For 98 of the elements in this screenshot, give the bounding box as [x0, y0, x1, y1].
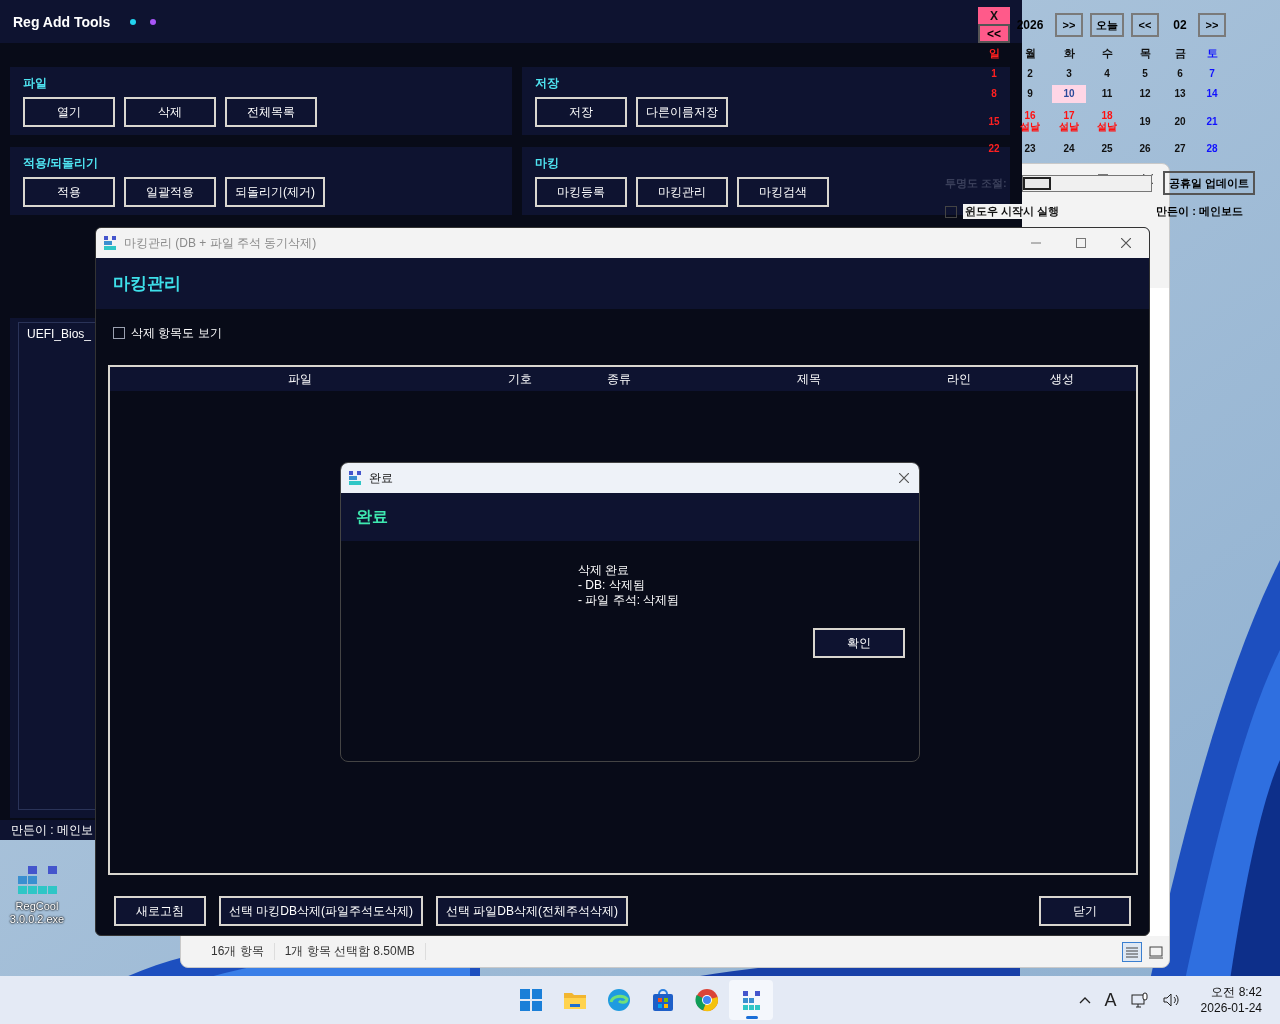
- action-button[interactable]: 선택 파일DB삭제(전체주석삭제): [436, 896, 628, 926]
- calendar-day[interactable]: 15: [977, 112, 1011, 130]
- volume-icon[interactable]: [1162, 992, 1179, 1008]
- month-text: 02: [1173, 18, 1187, 32]
- calendar-day[interactable]: 12: [1128, 84, 1162, 103]
- checkbox[interactable]: [113, 327, 125, 339]
- calendar-day[interactable]: 3: [1052, 64, 1086, 82]
- message-text: - 파일 주석: 삭제됨: [578, 593, 680, 608]
- app-icon[interactable]: [15, 866, 59, 894]
- calendar-day[interactable]: 9: [1013, 84, 1047, 103]
- column-header[interactable]: 파일: [288, 370, 312, 388]
- calendar-day[interactable]: 24: [1052, 139, 1086, 157]
- weekday-label: 월: [1024, 45, 1036, 61]
- calendar-day[interactable]: 28: [1195, 139, 1229, 157]
- slider-thumb[interactable]: [1023, 176, 1051, 190]
- column-header[interactable]: 제목: [797, 370, 821, 388]
- calendar-day[interactable]: 8: [977, 84, 1011, 103]
- calendar-day[interactable]: 1: [977, 64, 1011, 82]
- swirl-icon[interactable]: [607, 988, 631, 1012]
- clock-date[interactable]: 2026-01-24: [1200, 1000, 1262, 1016]
- action-button[interactable]: 일괄적용: [124, 177, 216, 207]
- clock-time[interactable]: 오전 8:42: [1211, 984, 1262, 1000]
- calendar-day[interactable]: 25: [1090, 139, 1124, 157]
- window-title: 마킹관리 (DB + 파일 주석 동기삭제): [124, 234, 317, 252]
- calendar-day[interactable]: 27: [1163, 139, 1197, 157]
- action-button[interactable]: 마킹검색: [737, 177, 829, 207]
- calendar-day[interactable]: 19: [1128, 112, 1162, 130]
- next-month-button[interactable]: >>: [1198, 13, 1226, 37]
- close-button[interactable]: X: [978, 7, 1010, 24]
- calendar-day[interactable]: 22: [977, 139, 1011, 157]
- ring-icon[interactable]: [695, 988, 719, 1012]
- action-button[interactable]: 새로고침: [114, 896, 206, 926]
- column-header[interactable]: 종류: [607, 370, 631, 388]
- action-button[interactable]: 마킹관리: [636, 177, 728, 207]
- column-header[interactable]: 생성: [1050, 370, 1074, 388]
- previous-year-button[interactable]: <<: [978, 24, 1010, 43]
- calendar-day[interactable]: 5: [1128, 64, 1162, 82]
- app-icon: [104, 236, 116, 250]
- holiday-update-button[interactable]: 공휴일 업데이트: [1163, 171, 1256, 195]
- shopping-bag-icon[interactable]: [651, 988, 675, 1012]
- weekday-label: 목: [1139, 45, 1151, 61]
- checkbox-label: 삭제 항목도 보기: [131, 324, 222, 342]
- author-text: 만든이 : 메인보: [11, 821, 93, 839]
- app-title: Reg Add Tools: [13, 13, 111, 30]
- group-label: 마킹: [535, 155, 559, 171]
- input-indicator[interactable]: A: [1104, 989, 1117, 1011]
- calendar-day[interactable]: 13: [1163, 84, 1197, 103]
- message-text: 삭제 완료: [578, 563, 630, 578]
- active-indicator: [746, 1016, 758, 1019]
- checkbox[interactable]: [945, 205, 957, 218]
- list-view-icon[interactable]: [1123, 942, 1141, 961]
- window-heading: 마킹관리: [113, 273, 181, 295]
- chevron-up-icon[interactable]: [1078, 995, 1091, 1005]
- calendar-day[interactable]: 7: [1195, 64, 1229, 82]
- weekday-label: 화: [1063, 45, 1075, 61]
- group-label: 저장: [535, 75, 559, 91]
- action-button[interactable]: 되돌리기(제거): [225, 177, 325, 207]
- start-icon[interactable]: [519, 988, 543, 1012]
- maximize-icon[interactable]: [1076, 238, 1086, 248]
- group-label: 파일: [23, 75, 47, 91]
- action-button[interactable]: 저장: [535, 97, 627, 127]
- calendar-day[interactable]: 11: [1090, 84, 1124, 103]
- calendar-day[interactable]: 26: [1128, 139, 1162, 157]
- dialog-title: 완료: [369, 469, 393, 487]
- weekday-label: 금: [1174, 45, 1186, 61]
- close-button[interactable]: 닫기: [1039, 896, 1131, 926]
- calendar-day[interactable]: 21: [1195, 112, 1229, 130]
- action-button[interactable]: 삭제: [124, 97, 216, 127]
- action-button[interactable]: 적용: [23, 177, 115, 207]
- weekday-label: 수: [1101, 45, 1113, 61]
- calendar-day[interactable]: 20: [1163, 112, 1197, 130]
- weekday-label: 토: [1206, 45, 1218, 61]
- column-header[interactable]: 기호: [508, 370, 532, 388]
- column-header[interactable]: 라인: [947, 370, 971, 388]
- next-year-button[interactable]: >>: [1055, 13, 1083, 37]
- network-icon[interactable]: [1130, 992, 1149, 1008]
- dialog-heading: 완료: [356, 506, 388, 527]
- ok-button[interactable]: 확인: [813, 628, 905, 658]
- today-button[interactable]: 오늘: [1090, 13, 1124, 37]
- group-label: 적용/되돌리기: [23, 155, 99, 171]
- weekday-label: 일: [988, 45, 1000, 61]
- author-text: 만든이 : 메인보드: [1156, 204, 1243, 219]
- action-button[interactable]: 선택 마킹DB삭제(파일주석도삭제): [219, 896, 423, 926]
- list-item[interactable]: UEFI_Bios_: [27, 327, 92, 341]
- action-button[interactable]: 마킹등록: [535, 177, 627, 207]
- action-button[interactable]: 전체목록: [225, 97, 317, 127]
- calendar-day[interactable]: 4: [1090, 64, 1124, 82]
- message-text: - DB: 삭제됨: [578, 578, 645, 593]
- calendar-day[interactable]: 14: [1195, 84, 1229, 103]
- action-button[interactable]: 다른이름저장: [636, 97, 728, 127]
- calendar-day[interactable]: 6: [1163, 64, 1197, 82]
- status-text: 16개 항목: [211, 943, 275, 960]
- calendar-day[interactable]: 2: [1013, 64, 1047, 82]
- status-text: 1개 항목 선택함 8.50MB: [284, 943, 426, 960]
- app-icon: [349, 471, 361, 485]
- action-button[interactable]: 열기: [23, 97, 115, 127]
- previous-month-button[interactable]: <<: [1131, 13, 1159, 37]
- calendar-day[interactable]: 23: [1013, 139, 1047, 157]
